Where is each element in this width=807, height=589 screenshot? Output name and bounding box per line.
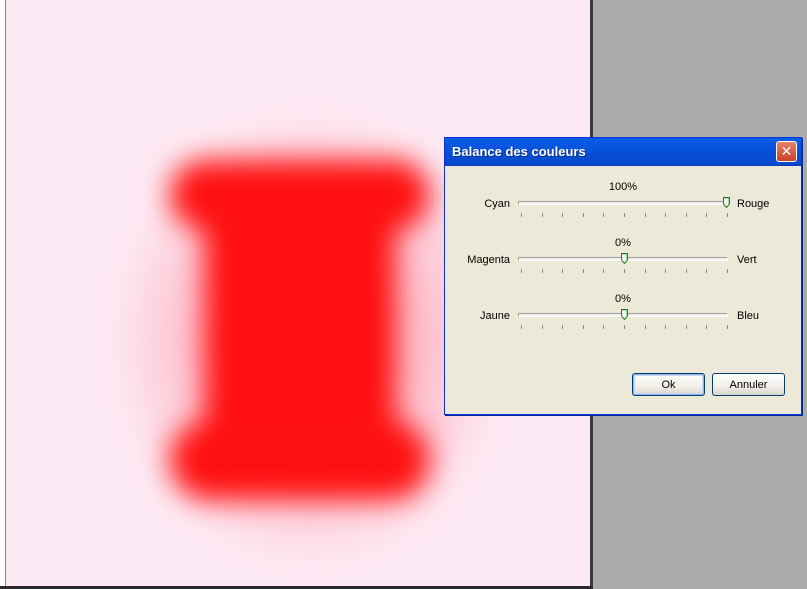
slider-tick: [562, 269, 564, 273]
dialog-titlebar[interactable]: Balance des couleurs ✕: [445, 138, 801, 166]
slider-tick: [706, 325, 708, 329]
slider-tick: [541, 325, 543, 329]
slider-ticks: [521, 213, 728, 217]
red-spool-shape: [170, 150, 430, 520]
dialog-body: 100% Cyan Rouge 0% Magenta Vert 0% Jaune…: [448, 168, 798, 412]
slider-tick: [603, 269, 605, 273]
slider-tick: [582, 213, 584, 217]
slider-tick: [706, 269, 708, 273]
color-balance-dialog: Balance des couleurs ✕ 100% Cyan Rouge 0…: [444, 137, 802, 415]
slider-thumb[interactable]: [723, 197, 730, 208]
slider-tick: [727, 325, 728, 329]
slider-tick: [685, 213, 687, 217]
slider-tick: [582, 269, 584, 273]
slider-right-label: Vert: [737, 254, 757, 266]
slider-tick: [685, 269, 687, 273]
slider-tick: [685, 325, 687, 329]
slider-track[interactable]: [518, 201, 728, 205]
close-icon: ✕: [780, 143, 793, 160]
slider-tick: [582, 325, 584, 329]
slider-tick: [541, 269, 543, 273]
slider-tick: [644, 269, 646, 273]
slider-ticks: [521, 269, 728, 273]
slider-percent: 0%: [615, 293, 631, 305]
slider-percent: 100%: [608, 181, 638, 193]
slider-tick: [624, 269, 625, 273]
slider-tick: [624, 213, 625, 217]
slider-tick: [603, 325, 605, 329]
slider-group-yellow-blue: 0% Jaune Bleu: [448, 293, 798, 341]
slider-tick: [706, 213, 708, 217]
ok-button[interactable]: Ok: [632, 373, 705, 396]
slider-tick: [727, 269, 728, 273]
slider-tick: [727, 213, 728, 217]
slider-left-label: Cyan: [484, 198, 510, 210]
slider-tick: [665, 213, 667, 217]
slider-tick: [644, 213, 646, 217]
slider-tick: [562, 213, 564, 217]
slider-tick: [541, 213, 543, 217]
slider-left-label: Magenta: [467, 254, 510, 266]
slider-tick: [521, 213, 522, 217]
slider-right-label: Rouge: [737, 198, 770, 210]
cancel-button[interactable]: Annuler: [712, 373, 785, 396]
canvas-left-edge: [0, 0, 6, 589]
slider-tick: [521, 269, 522, 273]
dialog-title: Balance des couleurs: [452, 144, 586, 159]
slider-group-magenta-green: 0% Magenta Vert: [448, 237, 798, 285]
slider-percent: 0%: [615, 237, 631, 249]
slider-tick: [624, 325, 625, 329]
slider-group-cyan-red: 100% Cyan Rouge: [448, 181, 798, 229]
slider-tick: [562, 325, 564, 329]
slider-tick: [521, 325, 522, 329]
close-button[interactable]: ✕: [776, 141, 797, 162]
slider-tick: [603, 213, 605, 217]
slider-thumb[interactable]: [621, 253, 628, 264]
slider-tick: [644, 325, 646, 329]
slider-left-label: Jaune: [480, 310, 510, 322]
slider-tick: [665, 269, 667, 273]
slider-right-label: Bleu: [737, 310, 760, 322]
slider-tick: [665, 325, 667, 329]
slider-ticks: [521, 325, 728, 329]
slider-thumb[interactable]: [621, 309, 628, 320]
